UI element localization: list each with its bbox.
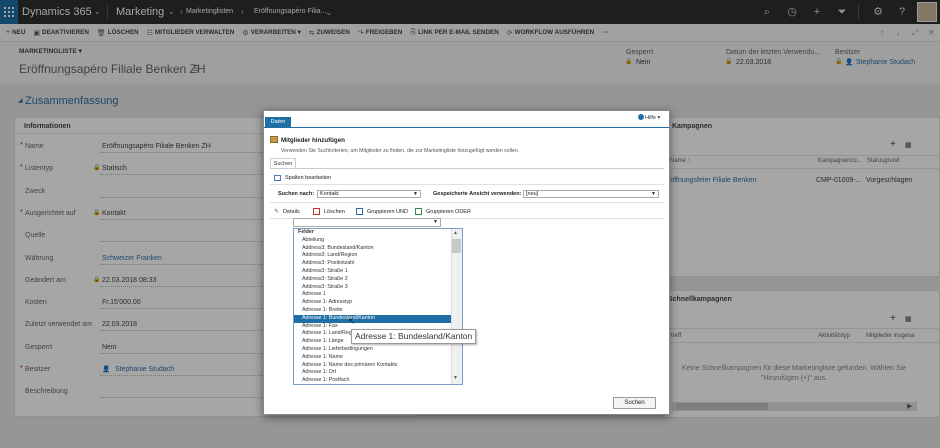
mouse-cursor-icon: ↖	[348, 316, 356, 326]
group-and-icon	[356, 208, 363, 215]
list-item[interactable]: Address3: Straße 2	[294, 276, 451, 284]
field-select[interactable]: ▼	[293, 218, 441, 227]
edit-columns-icon	[274, 175, 281, 181]
dropdown-arrow-icon: ▼	[433, 219, 438, 225]
scroll-up-icon[interactable]: ▲	[453, 230, 458, 236]
search-for-label: Suchen nach:	[278, 191, 315, 197]
list-item[interactable]: Adresse 1: Postfach	[294, 377, 451, 384]
dropdown-arrow-icon: ▼	[651, 191, 656, 197]
list-item[interactable]: Address3: Bundesland/Kanton	[294, 245, 451, 253]
help-icon	[638, 114, 644, 120]
list-item[interactable]: Adresse 1	[294, 291, 451, 299]
list-item[interactable]: Adresse 1: Bundesland/Kanton	[294, 314, 451, 323]
list-item[interactable]: Adresse 1: Lieferbedingungen	[294, 346, 451, 354]
list-item[interactable]: Adresse 1: Breite	[294, 307, 451, 315]
tooltip: Adresse 1: Bundesland/Kanton	[351, 329, 477, 344]
list-header: Felder	[298, 229, 314, 235]
tab-daten[interactable]: Daten	[265, 117, 291, 128]
list-item[interactable]: Adresse 1: Ort	[294, 369, 451, 377]
search-for-select[interactable]: Kontakt ▼	[317, 190, 421, 198]
list-item[interactable]: Address3: Land/Region	[294, 252, 451, 260]
dialog-title: Mitglieder hinzufügen	[281, 137, 345, 144]
details-icon: ✎	[274, 209, 280, 215]
list-item[interactable]: Address3: Straße 1	[294, 268, 451, 276]
scrollbar-thumb[interactable]	[452, 239, 461, 253]
dropdown-arrow-icon: ▼	[413, 191, 418, 197]
list-item[interactable]: Adresse 1: Adresstyp	[294, 299, 451, 307]
list-item[interactable]: Address3: Straße 3	[294, 284, 451, 292]
group-and-button[interactable]: Gruppieren UND	[367, 209, 408, 215]
group-or-button[interactable]: Gruppieren ODER	[426, 209, 471, 215]
select-value: [neu]	[526, 191, 539, 197]
dialog-ribbon	[264, 111, 669, 128]
scroll-down-icon[interactable]: ▼	[453, 375, 458, 381]
field-dropdown-list[interactable]: Felder Abteilung Address3: Bundesland/Kant…	[293, 228, 463, 385]
delete-button[interactable]: Löschen	[324, 209, 345, 215]
list-item[interactable]: Adresse 1: Name	[294, 354, 451, 362]
dialog-subtitle: Verwenden Sie Suchkriterien, um Mitglied…	[281, 148, 520, 154]
saved-view-label: Gespeicherte Ansicht verwenden:	[433, 191, 522, 197]
delete-icon	[313, 208, 320, 215]
group-or-icon	[415, 208, 422, 215]
list-item[interactable]: Address3: Postleitzahl	[294, 260, 451, 268]
search-button[interactable]: Suchen	[613, 397, 656, 409]
help-menu[interactable]: Hilfe ▾	[645, 115, 660, 121]
members-icon	[270, 136, 278, 143]
tab-suchen[interactable]: Suchen	[270, 158, 296, 168]
edit-columns-link[interactable]: Spalten bearbeiten	[285, 175, 331, 181]
list-item[interactable]: Adresse 1: Name des primären Kontakts	[294, 362, 451, 370]
list-item[interactable]: Abteilung	[294, 237, 451, 245]
details-button[interactable]: Details	[283, 209, 300, 215]
select-value: Kontakt	[320, 191, 339, 197]
saved-view-select[interactable]: [neu] ▼	[523, 190, 659, 198]
